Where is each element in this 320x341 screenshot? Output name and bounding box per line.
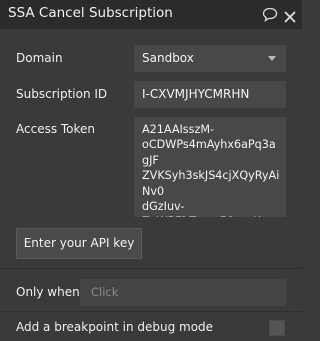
- enter-api-key-button[interactable]: Enter your API key: [16, 228, 142, 259]
- subscription-id-field[interactable]: I-CXVMJHYCMRHN: [134, 81, 286, 108]
- access-token-label: Access Token: [16, 122, 96, 136]
- only-when-label: Only when: [16, 285, 80, 299]
- properties-panel: SSA Cancel Subscription Domain Sandbox S…: [0, 0, 302, 341]
- only-when-input[interactable]: Click: [80, 279, 286, 306]
- breakpoint-checkbox[interactable]: [269, 320, 285, 336]
- subscription-id-value: I-CXVMJHYCMRHN: [142, 87, 250, 101]
- close-icon[interactable]: [284, 8, 296, 23]
- domain-value: Sandbox: [142, 51, 194, 65]
- comment-icon[interactable]: [262, 7, 278, 22]
- divider: [0, 311, 302, 312]
- subscription-id-label: Subscription ID: [16, 87, 108, 101]
- divider: [0, 268, 302, 269]
- breakpoint-label: Add a breakpoint in debug mode: [16, 320, 214, 334]
- panel-title: SSA Cancel Subscription: [8, 5, 173, 21]
- title-bar: SSA Cancel Subscription: [0, 0, 302, 29]
- chevron-down-icon: [268, 56, 276, 61]
- access-token-field[interactable]: A21AAIsszM- oCDWPs4mAyhx6aPq3agJF ZVKSyh…: [134, 117, 286, 217]
- domain-label: Domain: [16, 51, 63, 65]
- domain-dropdown[interactable]: Sandbox: [134, 45, 286, 72]
